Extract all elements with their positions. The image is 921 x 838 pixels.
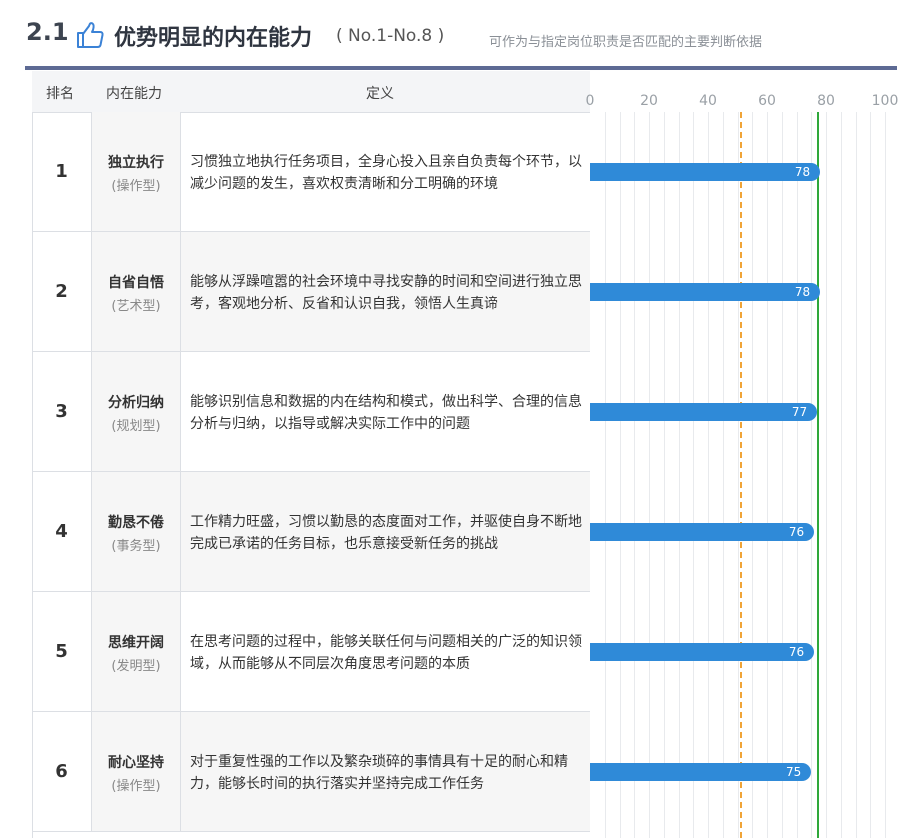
definition-text: 在思考问题的过程中，能够关联任何与问题相关的广泛的知识领域，从而能够从不同层次角…: [190, 634, 582, 672]
ability-cell: 分析归纳 (规划型): [92, 352, 181, 471]
gridline: [752, 112, 754, 838]
table-row: 1 独立执行 (操作型) 习惯独立地执行任务项目，全身心投入且亲自负责每个环节，以减少…: [32, 112, 590, 232]
ability-name: 勤恳不倦: [108, 515, 164, 531]
reference-line-dashed: [740, 112, 743, 838]
gridline: [885, 112, 886, 838]
definition-cell: 能够从浮躁喧嚣的社会环境中寻找安静的时间和空间进行独立思考，客观地分析、反省和认…: [181, 232, 590, 351]
table-row: 3 分析归纳 (规划型) 能够识别信息和数据的内在结构和模式，做出科学、合理的信息分析…: [32, 352, 590, 472]
gridline: [649, 112, 650, 838]
ability-name: 独立执行: [108, 155, 164, 171]
gridline: [619, 112, 621, 838]
section-number: 2.1: [26, 18, 69, 46]
gridline: [870, 112, 872, 838]
axis-tick-label: 40: [699, 93, 717, 109]
ability-cell: 耐心坚持 (操作型): [92, 712, 181, 831]
column-header-definition: 定义: [366, 86, 394, 102]
ability-type: (规划型): [111, 419, 161, 434]
score-bar: 75: [590, 763, 812, 781]
bar-value-label: 75: [785, 765, 802, 779]
section-header: 2.1 优势明显的内在能力 ( No.1-No.8 ) 可作为与指定岗位职责是否…: [0, 0, 921, 66]
table-row: 6 耐心坚持 (操作型) 对于重复性强的工作以及繁杂琐碎的事情具有十足的耐心和精力，能…: [32, 712, 590, 832]
table-row: 2 自省自悟 (艺术型) 能够从浮躁喧嚣的社会环境中寻找安静的时间和空间进行独立思考，…: [32, 232, 590, 352]
definition-cell: 工作精力旺盛，习惯以勤恳的态度面对工作，并驱使自身不断地完成已承诺的任务目标，也…: [181, 472, 590, 591]
gridline: [663, 112, 665, 838]
bar-value-label: 78: [794, 285, 811, 299]
axis-tick-label: 0: [585, 93, 595, 109]
gridline: [796, 112, 798, 838]
score-bar: 78: [590, 163, 821, 181]
rank-cell: 5: [32, 592, 92, 711]
ability-cell: 思维开阔 (发明型): [92, 592, 181, 711]
definition-text: 对于重复性强的工作以及繁杂琐碎的事情具有十足的耐心和精力，能够长时间的执行落实并…: [190, 754, 568, 792]
table-header: 排名 内在能力 定义: [32, 71, 590, 113]
gridline: [737, 112, 739, 838]
definition-text: 能够识别信息和数据的内在结构和模式，做出科学、合理的信息分析与归纳，以指导或解决…: [190, 394, 582, 432]
bar-value-label: 76: [788, 645, 805, 659]
rank-cell: 3: [32, 352, 92, 471]
definition-text: 习惯独立地执行任务项目，全身心投入且亲自负责每个环节，以减少问题的发生，喜欢权责…: [190, 154, 582, 192]
rank-cell: 1: [32, 112, 92, 231]
gridline: [722, 112, 724, 838]
gridline: [826, 112, 827, 838]
ability-cell: 独立执行 (操作型): [92, 112, 181, 231]
gridline: [693, 112, 695, 838]
ability-type: (操作型): [111, 779, 161, 794]
rank-cell: 2: [32, 232, 92, 351]
table-row: 5 思维开阔 (发明型) 在思考问题的过程中，能够关联任何与问题相关的广泛的知识领域，…: [32, 592, 590, 712]
section-range: ( No.1-No.8 ): [336, 26, 445, 46]
gridline: [604, 112, 606, 838]
definition-cell: 习惯独立地执行任务项目，全身心投入且亲自负责每个环节，以减少问题的发生，喜欢权责…: [181, 112, 590, 231]
ability-cell: 自省自悟 (艺术型): [92, 232, 181, 351]
column-header-ability: 内在能力: [106, 86, 162, 102]
bar-value-label: 78: [794, 165, 811, 179]
reference-line-solid: [817, 112, 820, 838]
ability-name: 思维开阔: [108, 635, 164, 651]
definition-cell: 在思考问题的过程中，能够关联任何与问题相关的广泛的知识领域，从而能够从不同层次角…: [181, 592, 590, 711]
gridline: [767, 112, 768, 838]
gridline: [781, 112, 783, 838]
ability-type: (艺术型): [111, 299, 161, 314]
score-bar: 76: [590, 643, 815, 661]
axis-tick-label: 80: [817, 93, 835, 109]
gridline: [708, 112, 709, 838]
rank-cell: 4: [32, 472, 92, 591]
definition-text: 能够从浮躁喧嚣的社会环境中寻找安静的时间和空间进行独立思考，客观地分析、反省和认…: [190, 274, 582, 312]
axis-tick-label: 20: [640, 93, 658, 109]
gridline: [840, 112, 842, 838]
ability-type: (事务型): [111, 539, 161, 554]
axis-tick-label: 60: [758, 93, 776, 109]
section-note: 可作为与指定岗位职责是否匹配的主要判断依据: [489, 35, 763, 50]
ability-name: 分析归纳: [108, 395, 164, 411]
thumbs-up-icon: [77, 22, 104, 48]
bar-value-label: 77: [791, 405, 808, 419]
score-bar: 77: [590, 403, 818, 421]
rank-cell: 6: [32, 712, 92, 831]
column-header-rank: 排名: [46, 86, 74, 102]
bar-value-label: 76: [788, 525, 805, 539]
gridline: [811, 112, 813, 838]
header-divider: [25, 66, 897, 70]
ability-type: (发明型): [111, 659, 161, 674]
definition-text: 工作精力旺盛，习惯以勤恳的态度面对工作，并驱使自身不断地完成已承诺的任务目标，也…: [190, 514, 582, 552]
ability-type: (操作型): [111, 179, 161, 194]
axis-tick-label: 100: [871, 93, 899, 109]
score-bar-chart: 78 78 77 76 76 75: [590, 112, 890, 838]
ability-name: 耐心坚持: [108, 755, 164, 771]
score-bar: 76: [590, 523, 815, 541]
ability-name: 自省自悟: [108, 275, 164, 291]
gridline: [855, 112, 857, 838]
section-title: 优势明显的内在能力: [114, 26, 313, 51]
gridline: [678, 112, 680, 838]
ability-cell: 勤恳不倦 (事务型): [92, 472, 181, 591]
gridline: [634, 112, 636, 838]
definition-cell: 对于重复性强的工作以及繁杂琐碎的事情具有十足的耐心和精力，能够长时间的执行落实并…: [181, 712, 590, 831]
definition-cell: 能够识别信息和数据的内在结构和模式，做出科学、合理的信息分析与归纳，以指导或解决…: [181, 352, 590, 471]
score-bar: 78: [590, 283, 821, 301]
table-row: 4 勤恳不倦 (事务型) 工作精力旺盛，习惯以勤恳的态度面对工作，并驱使自身不断地完成…: [32, 472, 590, 592]
